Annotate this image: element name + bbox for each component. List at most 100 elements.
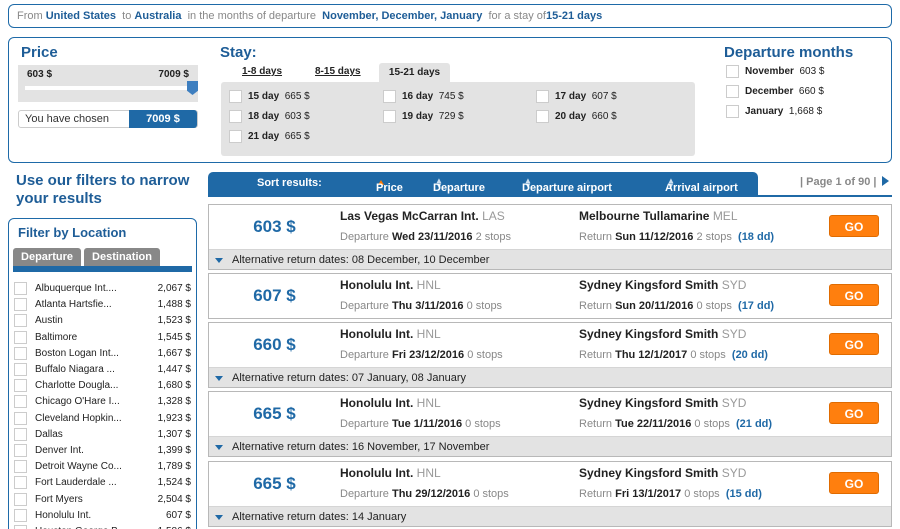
go-button[interactable]: GO bbox=[829, 472, 879, 494]
alternative-dates[interactable]: Alternative return dates: 08 December, 1… bbox=[209, 249, 891, 269]
location-price: 1,447 $ bbox=[157, 364, 191, 375]
location-item[interactable]: Buffalo Niagara ... 1,447 $ bbox=[13, 362, 191, 378]
stay-option[interactable]: 18 day 603 $ bbox=[229, 110, 310, 123]
outbound-info: Departure Tue 1/11/2016 0 stops bbox=[340, 418, 501, 430]
return-info: Return Sun 20/11/2016 0 stops (17 dd) bbox=[579, 300, 775, 312]
stay-option[interactable]: 17 day 607 $ bbox=[536, 90, 617, 103]
stay-option[interactable]: 20 day 660 $ bbox=[536, 110, 617, 123]
location-name: Baltimore bbox=[35, 331, 78, 343]
alternative-dates[interactable]: Alternative return dates: 16 November, 1… bbox=[209, 436, 891, 456]
stay-option[interactable]: 15 day 665 $ bbox=[229, 90, 310, 103]
checkbox[interactable] bbox=[14, 330, 27, 344]
checkbox[interactable] bbox=[726, 105, 739, 118]
months-label: in the months of departure bbox=[187, 10, 317, 22]
checkbox[interactable] bbox=[229, 90, 242, 103]
go-button[interactable]: GO bbox=[829, 402, 879, 424]
location-item[interactable]: Boston Logan Int... 1,667 $ bbox=[13, 346, 191, 362]
checkbox[interactable] bbox=[229, 110, 242, 123]
price-slider[interactable]: 603 $ 7009 $ bbox=[18, 65, 198, 102]
alternative-dates[interactable]: Alternative return dates: 07 January, 08… bbox=[209, 367, 891, 387]
checkbox[interactable] bbox=[229, 130, 242, 143]
outbound-airport: Las Vegas McCarran Int. LAS bbox=[340, 209, 505, 223]
sort-departure[interactable]: Departure ▲ ▼ bbox=[433, 177, 485, 194]
to-label: to bbox=[122, 10, 132, 22]
location-item[interactable]: Albuquerque Int.... 2,067 $ bbox=[13, 281, 191, 297]
checkbox[interactable] bbox=[14, 444, 27, 457]
location-item[interactable]: Fort Myers 2,504 $ bbox=[13, 492, 191, 508]
checkbox[interactable] bbox=[14, 298, 27, 312]
location-item[interactable]: Detroit Wayne Co... 1,789 $ bbox=[13, 459, 191, 475]
location-item[interactable]: Austin 1,523 $ bbox=[13, 313, 191, 329]
sort-arrival-airport[interactable]: Arrival airport ▲ ▼ bbox=[665, 177, 738, 194]
sort-departure-airport[interactable]: Departure airport ▲ ▼ bbox=[522, 177, 612, 194]
month-option[interactable]: January 1,668 $ bbox=[726, 105, 822, 118]
location-price: 1,328 $ bbox=[157, 396, 191, 408]
result-card: 603 $ Las Vegas McCarran Int. LAS Departur… bbox=[208, 204, 892, 270]
location-item[interactable]: Charlotte Dougla... 1,680 $ bbox=[13, 378, 191, 394]
next-page-icon[interactable] bbox=[882, 176, 890, 186]
location-item[interactable]: Fort Lauderdale ... 1,524 $ bbox=[13, 475, 191, 491]
checkbox[interactable] bbox=[536, 110, 549, 123]
checkbox[interactable] bbox=[14, 314, 27, 328]
expand-arrow-icon[interactable] bbox=[215, 515, 223, 520]
checkbox[interactable] bbox=[14, 427, 27, 441]
checkbox[interactable] bbox=[14, 476, 27, 490]
stay-tab-8-15[interactable]: 8-15 days bbox=[315, 66, 361, 77]
location-item[interactable]: Denver Int. 1,399 $ bbox=[13, 443, 191, 459]
stay-label: for a stay of bbox=[488, 10, 546, 22]
location-item[interactable]: Baltimore 1,545 $ bbox=[13, 330, 191, 346]
month-option[interactable]: December 660 $ bbox=[726, 85, 824, 98]
price-filter-title: Price bbox=[21, 44, 58, 61]
outbound-info: Departure Thu 29/12/2016 0 stops bbox=[340, 488, 509, 500]
checkbox[interactable] bbox=[14, 525, 27, 529]
checkbox[interactable] bbox=[14, 363, 27, 376]
result-price: 603 $ bbox=[253, 217, 296, 236]
location-item[interactable]: Dallas 1,307 $ bbox=[13, 427, 191, 443]
go-button[interactable]: GO bbox=[829, 333, 879, 355]
checkbox[interactable] bbox=[726, 85, 739, 98]
airport-code: SYD bbox=[721, 327, 747, 341]
price-slider-track[interactable] bbox=[25, 86, 191, 90]
checkbox[interactable] bbox=[14, 282, 27, 295]
stay-value: 15-21 days bbox=[545, 10, 603, 22]
location-item[interactable]: Houston George B...1,586 $ bbox=[13, 524, 191, 529]
checkbox[interactable] bbox=[383, 110, 396, 123]
checkbox[interactable] bbox=[14, 395, 27, 409]
checkbox[interactable] bbox=[14, 508, 27, 522]
stay-option[interactable]: 19 day 729 $ bbox=[383, 110, 464, 123]
stay-tab-1-8[interactable]: 1-8 days bbox=[242, 66, 282, 77]
airport-code: SYD bbox=[721, 396, 747, 410]
checkbox[interactable] bbox=[726, 65, 739, 78]
checkbox[interactable] bbox=[536, 90, 549, 103]
alternative-dates[interactable]: Alternative return dates: 14 January bbox=[209, 506, 891, 526]
expand-arrow-icon[interactable] bbox=[215, 376, 223, 381]
price-min: 603 $ bbox=[27, 69, 53, 80]
location-item[interactable]: Cleveland Hopkin... 1,923 $ bbox=[13, 411, 191, 427]
checkbox[interactable] bbox=[14, 346, 27, 360]
location-item[interactable]: Atlanta Hartsfie... 1,488 $ bbox=[13, 297, 191, 313]
tab-departure[interactable]: Departure bbox=[13, 248, 81, 267]
checkbox[interactable] bbox=[14, 411, 27, 425]
stay-tab-15-21[interactable]: 15-21 days bbox=[379, 63, 450, 83]
airport-code: MEL bbox=[712, 209, 738, 223]
location-filter-title: Filter by Location bbox=[18, 225, 127, 240]
location-item[interactable]: Honolulu Int. 607 $ bbox=[13, 508, 191, 524]
go-button[interactable]: GO bbox=[829, 215, 879, 237]
stay-filter-title: Stay: bbox=[220, 44, 257, 61]
month-option[interactable]: November 603 $ bbox=[726, 65, 825, 78]
tab-destination[interactable]: Destination bbox=[84, 248, 160, 267]
checkbox[interactable] bbox=[383, 90, 396, 103]
go-button[interactable]: GO bbox=[829, 284, 879, 306]
checkbox[interactable] bbox=[14, 379, 27, 393]
price-slider-handle[interactable] bbox=[187, 81, 198, 95]
stay-option[interactable]: 16 day 745 $ bbox=[383, 90, 464, 103]
expand-arrow-icon[interactable] bbox=[215, 258, 223, 263]
expand-arrow-icon[interactable] bbox=[215, 445, 223, 450]
outbound-airport: Honolulu Int. HNL bbox=[340, 466, 441, 480]
checkbox[interactable] bbox=[14, 460, 27, 474]
location-item[interactable]: Chicago O'Hare I... 1,328 $ bbox=[13, 394, 191, 410]
stay-option[interactable]: 21 day 665 $ bbox=[229, 130, 310, 143]
location-price: 1,789 $ bbox=[157, 461, 191, 473]
sort-price[interactable]: Price bbox=[376, 177, 403, 194]
checkbox[interactable] bbox=[14, 492, 27, 506]
